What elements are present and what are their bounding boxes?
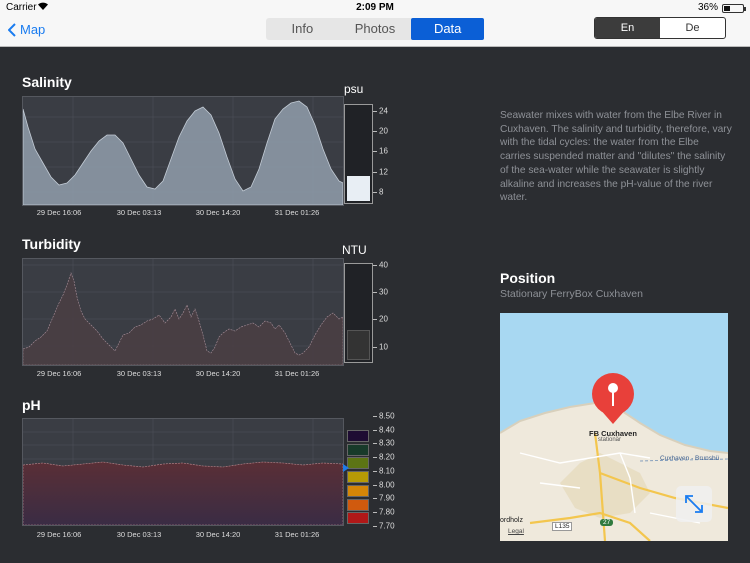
ph-swatch xyxy=(347,484,369,497)
y-tick: 8.50 xyxy=(379,411,395,421)
x-tick: 30 Dec 03:13 xyxy=(116,369,162,378)
x-tick: 29 Dec 16:06 xyxy=(36,369,82,378)
turbidity-scale: 40 30 20 10 xyxy=(373,260,403,363)
language-en[interactable]: En xyxy=(595,18,660,38)
x-tick: 31 Dec 01:26 xyxy=(274,530,320,539)
salinity-x-axis: 29 Dec 16:06 30 Dec 03:13 30 Dec 14:20 3… xyxy=(22,208,344,220)
x-tick: 31 Dec 01:26 xyxy=(274,208,320,217)
language-de[interactable]: De xyxy=(660,18,725,38)
status-bar: Carrier 2:09 PM 36% xyxy=(0,0,750,16)
ph-swatch xyxy=(347,457,369,470)
tab-photos[interactable]: Photos xyxy=(339,18,412,40)
salinity-gauge-level xyxy=(347,176,370,201)
battery-icon xyxy=(722,4,746,13)
tab-info[interactable]: Info xyxy=(266,18,339,40)
ph-current-marker xyxy=(343,464,349,473)
ph-x-axis: 29 Dec 16:06 30 Dec 03:13 30 Dec 14:20 3… xyxy=(22,530,344,542)
description-text: Seawater mixes with water from the Elbe … xyxy=(500,110,732,204)
y-tick: 7.90 xyxy=(379,493,395,503)
clock: 2:09 PM xyxy=(356,2,394,13)
turbidity-gauge-level xyxy=(347,330,370,360)
location-map[interactable]: FB Cuxhaven stationär Cuxhaven - Brunsbü… xyxy=(500,313,728,541)
navigation-bar: Map Info Photos Data En De xyxy=(0,16,750,47)
ph-scale: 8.50 8.40 8.30 8.20 8.10 8.00 7.90 7.80 … xyxy=(373,412,403,531)
x-tick: 30 Dec 14:20 xyxy=(195,208,241,217)
x-tick: 30 Dec 03:13 xyxy=(116,530,162,539)
y-tick: 40 xyxy=(379,260,388,270)
y-tick: 20 xyxy=(379,314,388,324)
position-title: Position xyxy=(500,270,556,286)
y-tick: 20 xyxy=(379,126,388,136)
map-pin-subtitle: stationär xyxy=(598,437,622,443)
section-tabs: Info Photos Data xyxy=(266,18,485,40)
salinity-unit: psu xyxy=(344,82,364,96)
x-tick: 30 Dec 14:20 xyxy=(195,530,241,539)
salinity-chart[interactable] xyxy=(22,96,344,206)
y-tick: 7.80 xyxy=(379,507,395,517)
y-tick: 24 xyxy=(379,106,388,116)
x-tick: 30 Dec 03:13 xyxy=(116,208,162,217)
ph-chart[interactable] xyxy=(22,418,344,526)
x-tick: 30 Dec 14:20 xyxy=(195,369,241,378)
ph-title: pH xyxy=(22,397,41,413)
map-pin-icon[interactable] xyxy=(591,372,635,430)
y-tick: 8.00 xyxy=(379,480,395,490)
chevron-left-icon xyxy=(8,22,16,37)
back-label: Map xyxy=(20,22,46,37)
ph-swatch xyxy=(347,512,369,525)
map-legal-link[interactable]: Legal xyxy=(508,528,524,535)
turbidity-title: Turbidity xyxy=(22,236,81,252)
y-tick: 7.70 xyxy=(379,521,395,531)
map-water-label: Cuxhaven - Brunsbü xyxy=(660,455,720,462)
y-tick: 30 xyxy=(379,287,388,297)
tab-data[interactable]: Data xyxy=(411,18,485,40)
y-tick: 8.40 xyxy=(379,425,395,435)
map-expand-button[interactable] xyxy=(676,486,712,522)
ph-area xyxy=(23,461,343,525)
y-tick: 12 xyxy=(379,167,388,177)
y-tick: 8 xyxy=(379,187,384,197)
position-subtitle: Stationary FerryBox Cuxhaven xyxy=(500,288,643,300)
turbidity-chart[interactable] xyxy=(22,258,344,366)
y-tick: 10 xyxy=(379,342,388,352)
expand-icon xyxy=(685,495,703,513)
y-tick: 8.20 xyxy=(379,452,395,462)
turbidity-unit: NTU xyxy=(342,243,367,257)
turbidity-x-axis: 29 Dec 16:06 30 Dec 03:13 30 Dec 14:20 3… xyxy=(22,369,344,381)
y-tick: 8.10 xyxy=(379,466,395,476)
map-place-label: ordholz xyxy=(500,517,523,524)
salinity-gauge xyxy=(344,104,373,204)
x-tick: 29 Dec 16:06 xyxy=(36,530,82,539)
y-tick: 16 xyxy=(379,146,388,156)
route-27-label: 27 xyxy=(600,519,614,526)
route-l135-label: L135 xyxy=(552,522,573,531)
ph-swatch xyxy=(347,471,369,484)
turbidity-gauge xyxy=(344,263,373,363)
salinity-scale: 24 20 16 12 8 xyxy=(373,104,403,204)
ph-swatch xyxy=(347,498,369,511)
language-switch: En De xyxy=(594,17,726,39)
ph-color-scale xyxy=(344,426,373,525)
y-tick: 8.30 xyxy=(379,438,395,448)
salinity-area xyxy=(23,100,343,205)
salinity-title: Salinity xyxy=(22,74,72,90)
battery-percent: 36% xyxy=(697,2,718,13)
ph-swatch xyxy=(347,430,369,442)
x-tick: 29 Dec 16:06 xyxy=(36,208,82,217)
x-tick: 31 Dec 01:26 xyxy=(274,369,320,378)
back-button[interactable]: Map xyxy=(8,22,45,37)
ph-swatch xyxy=(347,443,369,456)
